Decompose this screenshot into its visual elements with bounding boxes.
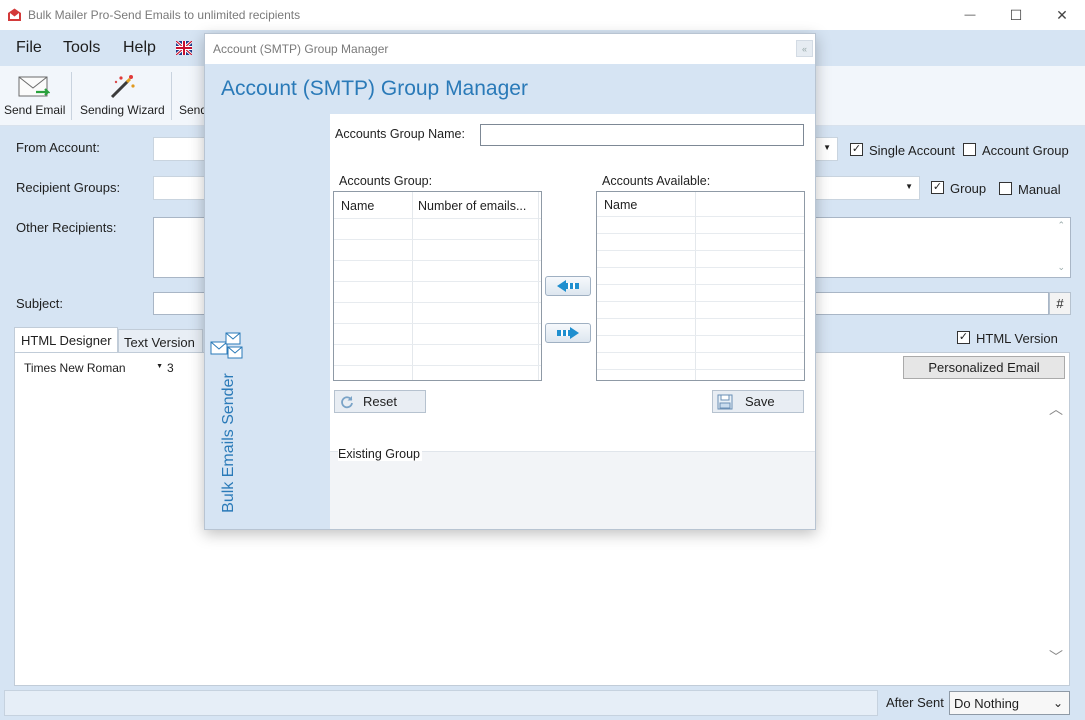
menu-file[interactable]: File [16, 39, 42, 57]
arrow-right-icon [557, 327, 579, 339]
account-group-checkbox[interactable] [963, 143, 976, 156]
save-button[interactable]: Save [712, 390, 804, 413]
minimize-button[interactable]: — [947, 0, 993, 30]
list-row [334, 240, 541, 261]
sending-wizard-button[interactable]: Sending Wizard [80, 66, 165, 126]
side-panel-brand-text: Bulk Emails Sender [220, 373, 237, 513]
scroll-up-icon[interactable]: ⌃ [1057, 220, 1065, 231]
accounts-available-list[interactable]: Name [596, 191, 805, 381]
list-row [597, 336, 804, 353]
list-row [597, 234, 804, 251]
column-header-number-emails[interactable]: Number of emails... [418, 199, 526, 213]
accounts-group-name-label: Accounts Group Name: [335, 127, 465, 141]
dialog-side-panel: Bulk Emails Sender [205, 114, 330, 529]
group-label: Group [950, 181, 987, 196]
tab-text-version[interactable]: Text Version [118, 329, 203, 353]
send-email-button[interactable]: Send Email [4, 66, 68, 126]
menu-help[interactable]: Help [123, 39, 156, 57]
font-name-dropdown[interactable]: Times New Roman ▼ [21, 357, 163, 379]
subject-label: Subject: [16, 296, 63, 311]
reset-button[interactable]: Reset [334, 390, 426, 413]
column-header-name[interactable]: Name [341, 199, 374, 213]
group-manager-dialog: Account (SMTP) Group Manager « Account (… [204, 33, 816, 530]
list-row [334, 324, 541, 345]
other-recipients-label: Other Recipients: [16, 220, 117, 235]
accounts-group-list[interactable]: Name Number of emails... [333, 191, 542, 381]
chevron-down-icon: ▼ [905, 182, 913, 191]
after-sent-label: After Sent [886, 695, 944, 710]
menu-tools[interactable]: Tools [63, 39, 100, 57]
scroll-down-icon[interactable]: ﹀ [1049, 647, 1063, 667]
chevron-down-icon: ⌄ [1052, 696, 1063, 710]
dialog-title-bar: Account (SMTP) Group Manager « [205, 34, 815, 64]
envelope-red-icon [8, 8, 21, 21]
uk-flag-icon[interactable] [176, 41, 192, 55]
from-account-label: From Account: [16, 140, 100, 155]
scroll-down-icon[interactable]: ⌄ [1057, 262, 1065, 273]
existing-group-label: Existing Group [338, 444, 422, 461]
manual-label: Manual [1018, 182, 1061, 197]
close-button[interactable]: ✕ [1039, 0, 1085, 30]
accounts-group-name-input[interactable] [480, 124, 804, 146]
list-row [597, 302, 804, 319]
existing-group-panel [330, 451, 815, 529]
toolbar-separator [71, 72, 72, 120]
toolbar-separator [171, 72, 172, 120]
magic-wand-icon [110, 75, 135, 99]
accounts-group-label: Accounts Group: [339, 174, 433, 188]
list-row [334, 219, 541, 240]
list-row [597, 217, 804, 234]
maximize-button[interactable]: ☐ [993, 0, 1039, 30]
chevron-down-icon: ▼ [823, 143, 831, 152]
list-row [597, 353, 804, 370]
list-row [597, 319, 804, 336]
list-row [597, 268, 804, 285]
list-row [597, 251, 804, 268]
hash-button[interactable]: # [1049, 292, 1071, 315]
list-row [334, 261, 541, 282]
status-bar: After Sent Do Nothing ⌄ [0, 686, 1085, 720]
list-row [597, 285, 804, 302]
group-checkbox[interactable]: ✓ [931, 181, 944, 194]
title-bar: Bulk Mailer Pro-Send Emails to unlimited… [0, 0, 1085, 30]
list-row [334, 303, 541, 324]
list-row [334, 282, 541, 303]
recipient-groups-label: Recipient Groups: [16, 180, 121, 195]
envelope-send-icon [18, 76, 50, 97]
font-size-dropdown[interactable]: 3 [163, 357, 203, 379]
move-left-button[interactable] [545, 276, 591, 296]
account-group-label: Account Group [982, 143, 1069, 158]
status-panel [4, 690, 878, 716]
accounts-available-label: Accounts Available: [602, 174, 711, 188]
dialog-body: Accounts Group Name: Accounts Group: Acc… [330, 114, 815, 529]
accounts-available-header: Name [597, 192, 804, 217]
accounts-group-header: Name Number of emails... [334, 192, 541, 219]
column-header-name-available[interactable]: Name [604, 198, 637, 212]
tab-html-designer[interactable]: HTML Designer [14, 327, 118, 353]
refresh-icon [341, 395, 353, 408]
single-account-label: Single Account [869, 143, 956, 158]
save-icon [717, 394, 733, 409]
dialog-heading: Account (SMTP) Group Manager [221, 77, 528, 100]
list-row [334, 345, 541, 366]
dialog-close-button[interactable]: « [796, 40, 813, 57]
html-version-label: HTML Version [976, 331, 1058, 346]
personalized-email-button[interactable]: Personalized Email [903, 356, 1065, 379]
after-sent-dropdown[interactable]: Do Nothing ⌄ [949, 691, 1070, 715]
dialog-header: Account (SMTP) Group Manager [205, 64, 815, 114]
scroll-up-icon[interactable]: ︿ [1049, 399, 1063, 419]
window-title: Bulk Mailer Pro-Send Emails to unlimited… [28, 8, 301, 22]
chevron-down-icon: ▼ [156, 363, 163, 370]
arrow-left-icon [557, 280, 579, 292]
single-account-checkbox[interactable]: ✓ [850, 143, 863, 156]
dialog-window-title: Account (SMTP) Group Manager [213, 42, 389, 56]
manual-checkbox[interactable] [999, 182, 1012, 195]
html-version-checkbox[interactable]: ✓ [957, 331, 970, 344]
move-right-button[interactable] [545, 323, 591, 343]
